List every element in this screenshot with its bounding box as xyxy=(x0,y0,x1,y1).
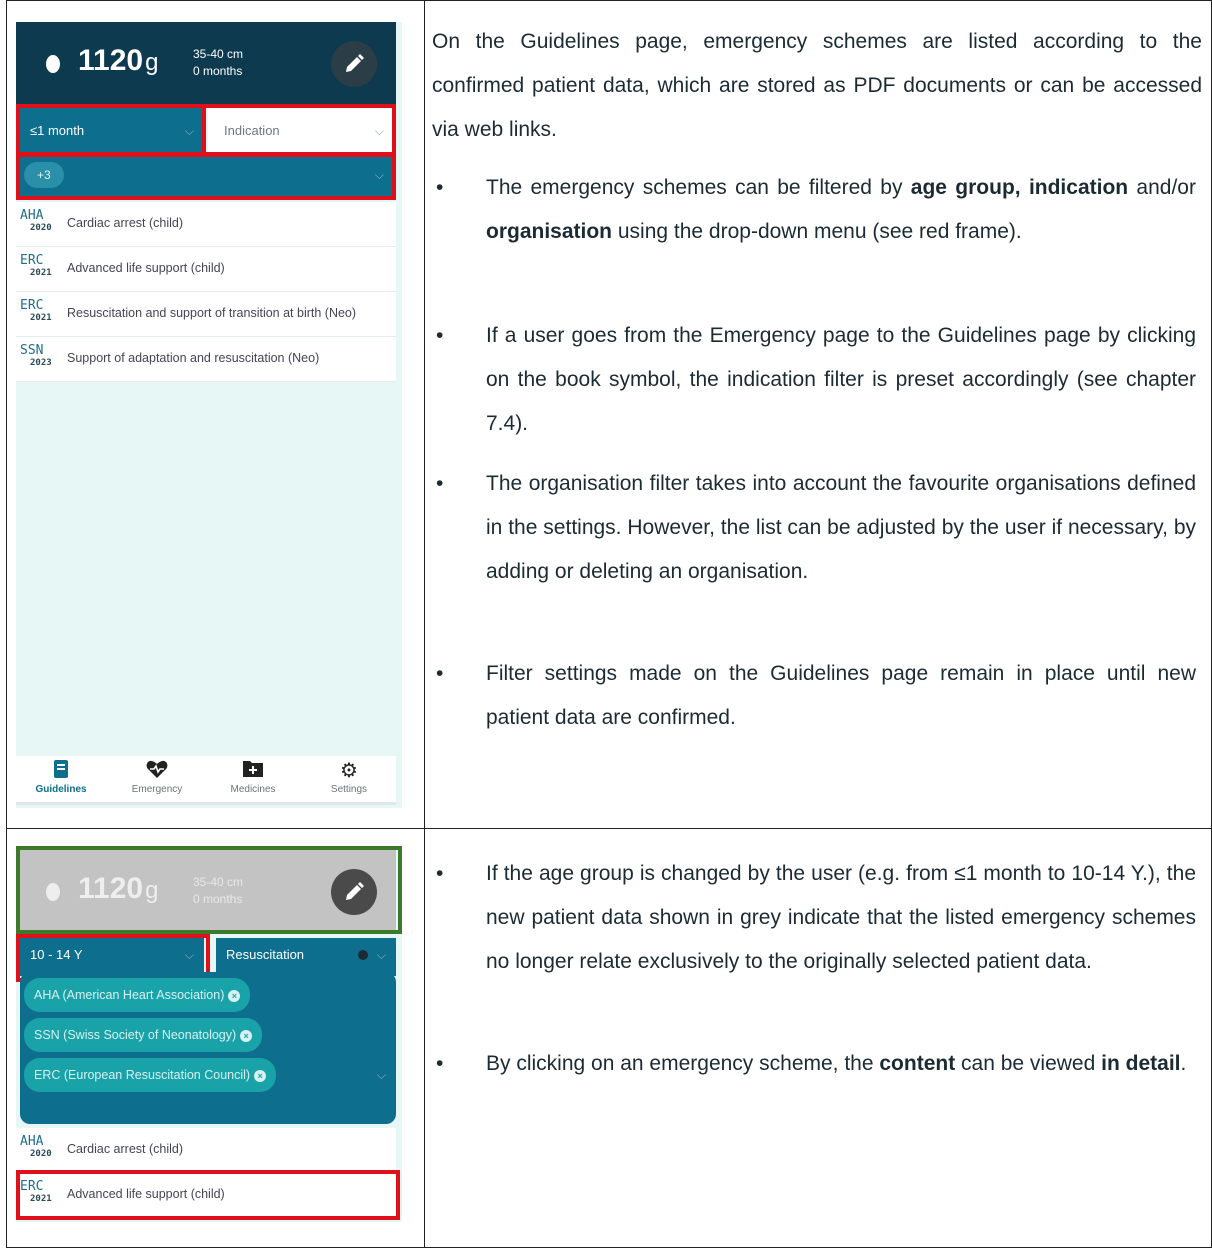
org-logo: ERC 2021 xyxy=(20,253,52,278)
bullet-icon: • xyxy=(436,176,444,199)
close-icon[interactable]: × xyxy=(240,1030,253,1042)
bullet-icon: • xyxy=(436,662,444,685)
nav-medicines[interactable]: Medicines xyxy=(208,758,298,795)
org-logo: AHA 2020 xyxy=(20,208,52,233)
bullet-filter-persistence: • Filter settings made on the Guidelines… xyxy=(436,652,1196,740)
indication-select[interactable]: Resuscitation ⌵ xyxy=(216,938,396,976)
list-item[interactable]: ERC 2021 Advanced life support (child) xyxy=(16,247,396,292)
bullet-age-change: • If the age group is changed by the use… xyxy=(436,852,1196,984)
chevron-down-icon: ⌵ xyxy=(376,1068,386,1082)
list-item[interactable]: AHA 2020 Cardiac arrest (child) xyxy=(16,1128,396,1173)
bullet-icon: • xyxy=(436,862,444,885)
nav-guidelines[interactable]: Guidelines xyxy=(16,758,106,795)
red-frame-organisations xyxy=(16,153,396,200)
gear-icon: ⚙ xyxy=(340,760,358,782)
intro-paragraph: On the Guidelines page, emergency scheme… xyxy=(432,30,1202,141)
table-border-top xyxy=(6,0,1212,1)
bullet-icon: • xyxy=(436,472,444,495)
age-value: 0 months xyxy=(193,64,243,78)
scheme-title: Advanced life support (child) xyxy=(67,261,225,275)
red-frame-separator xyxy=(202,104,206,156)
bullet-book-symbol: • If a user goes from the Emergency page… xyxy=(436,314,1196,446)
org-logo: AHA 2020 xyxy=(20,1134,52,1159)
drop-icon xyxy=(46,55,60,73)
edit-button[interactable] xyxy=(331,41,377,87)
bullet-icon: • xyxy=(436,324,444,347)
nav-emergency[interactable]: Emergency xyxy=(112,758,202,795)
heart-pulse-icon xyxy=(112,758,202,784)
bullet-text: Filter settings made on the Guidelines p… xyxy=(486,662,1196,729)
bullet-text: The emergency schemes can be filtered by… xyxy=(486,176,1196,243)
bullet-icon: • xyxy=(436,1052,444,1075)
scheme-title: Cardiac arrest (child) xyxy=(67,216,184,230)
guidelines-screen: 1120g 35-40 cm 0 months ≤1 month ⌵ Indica… xyxy=(16,22,402,808)
pencil-icon xyxy=(346,54,364,72)
red-frame-selected-scheme xyxy=(16,1170,400,1220)
bullet-text: By clicking on an emergency scheme, the … xyxy=(486,1052,1187,1075)
nav-label: Guidelines xyxy=(35,784,87,795)
bullet-organisation-filter: • The organisation filter takes into acc… xyxy=(436,462,1196,594)
list-item[interactable]: AHA 2020 Cardiac arrest (child) xyxy=(16,202,396,247)
org-chip[interactable]: SSN (Swiss Society of Neonatology) × xyxy=(24,1018,263,1052)
length-value: 35-40 cm xyxy=(193,47,244,61)
list-item[interactable]: ERC 2021 Resuscitation and support of tra… xyxy=(16,292,396,337)
scheme-title: Cardiac arrest (child) xyxy=(67,1142,184,1156)
scheme-list: AHA 2020 Cardiac arrest (child) ERC 2021 A… xyxy=(16,202,396,382)
nav-label: Settings xyxy=(330,784,368,795)
patient-meta: 35-40 cm 0 months xyxy=(193,46,243,80)
org-chip[interactable]: ERC (European Resuscitation Council) × xyxy=(24,1058,277,1092)
clear-icon[interactable] xyxy=(358,950,368,960)
green-frame-header xyxy=(16,846,402,934)
guidelines-screen-changed: 1120g 35-40 cm 0 months 10 - 14 Y ⌵ Resus… xyxy=(16,846,402,1222)
bullet-view-detail: • By clicking on an emergency scheme, th… xyxy=(436,1042,1196,1086)
table-column-divider xyxy=(424,0,425,1248)
bullet-text: If the age group is changed by the user … xyxy=(486,862,1196,973)
org-chip[interactable]: AHA (American Heart Association) × xyxy=(24,978,251,1012)
bullet-text: The organisation filter takes into accou… xyxy=(486,472,1196,583)
bullet-filters: • The emergency schemes can be filtered … xyxy=(436,166,1196,254)
book-icon xyxy=(16,758,106,784)
scheme-title: Resuscitation and support of transition … xyxy=(67,306,357,320)
nav-settings[interactable]: ⚙ Settings xyxy=(304,758,394,795)
organisation-select[interactable]: AHA (American Heart Association) × SSN (S… xyxy=(20,972,396,1124)
nav-label: Medicines xyxy=(230,784,276,795)
bullet-text: If a user goes from the Emergency page t… xyxy=(486,324,1196,435)
indication-value: Resuscitation xyxy=(226,947,305,962)
patient-header: 1120g 35-40 cm 0 months xyxy=(16,22,396,104)
weight-display: 1120g xyxy=(78,44,159,77)
nav-label: Emergency xyxy=(131,784,183,795)
red-frame-filters xyxy=(16,104,396,156)
close-icon[interactable]: × xyxy=(228,990,241,1002)
org-logo: SSN 2023 xyxy=(20,343,52,368)
chevron-down-icon: ⌵ xyxy=(376,948,386,962)
bottom-navigation: Guidelines Emergency Medicines ⚙ Setting… xyxy=(16,756,396,805)
table-border-left xyxy=(6,0,7,1248)
org-logo: ERC 2021 xyxy=(20,298,52,323)
list-item[interactable]: SSN 2023 Support of adaptation and resusc… xyxy=(16,337,396,382)
medical-folder-icon xyxy=(208,758,298,784)
table-divider xyxy=(6,828,1212,829)
scheme-title: Support of adaptation and resuscitation … xyxy=(67,351,320,365)
close-icon[interactable]: × xyxy=(254,1070,267,1082)
